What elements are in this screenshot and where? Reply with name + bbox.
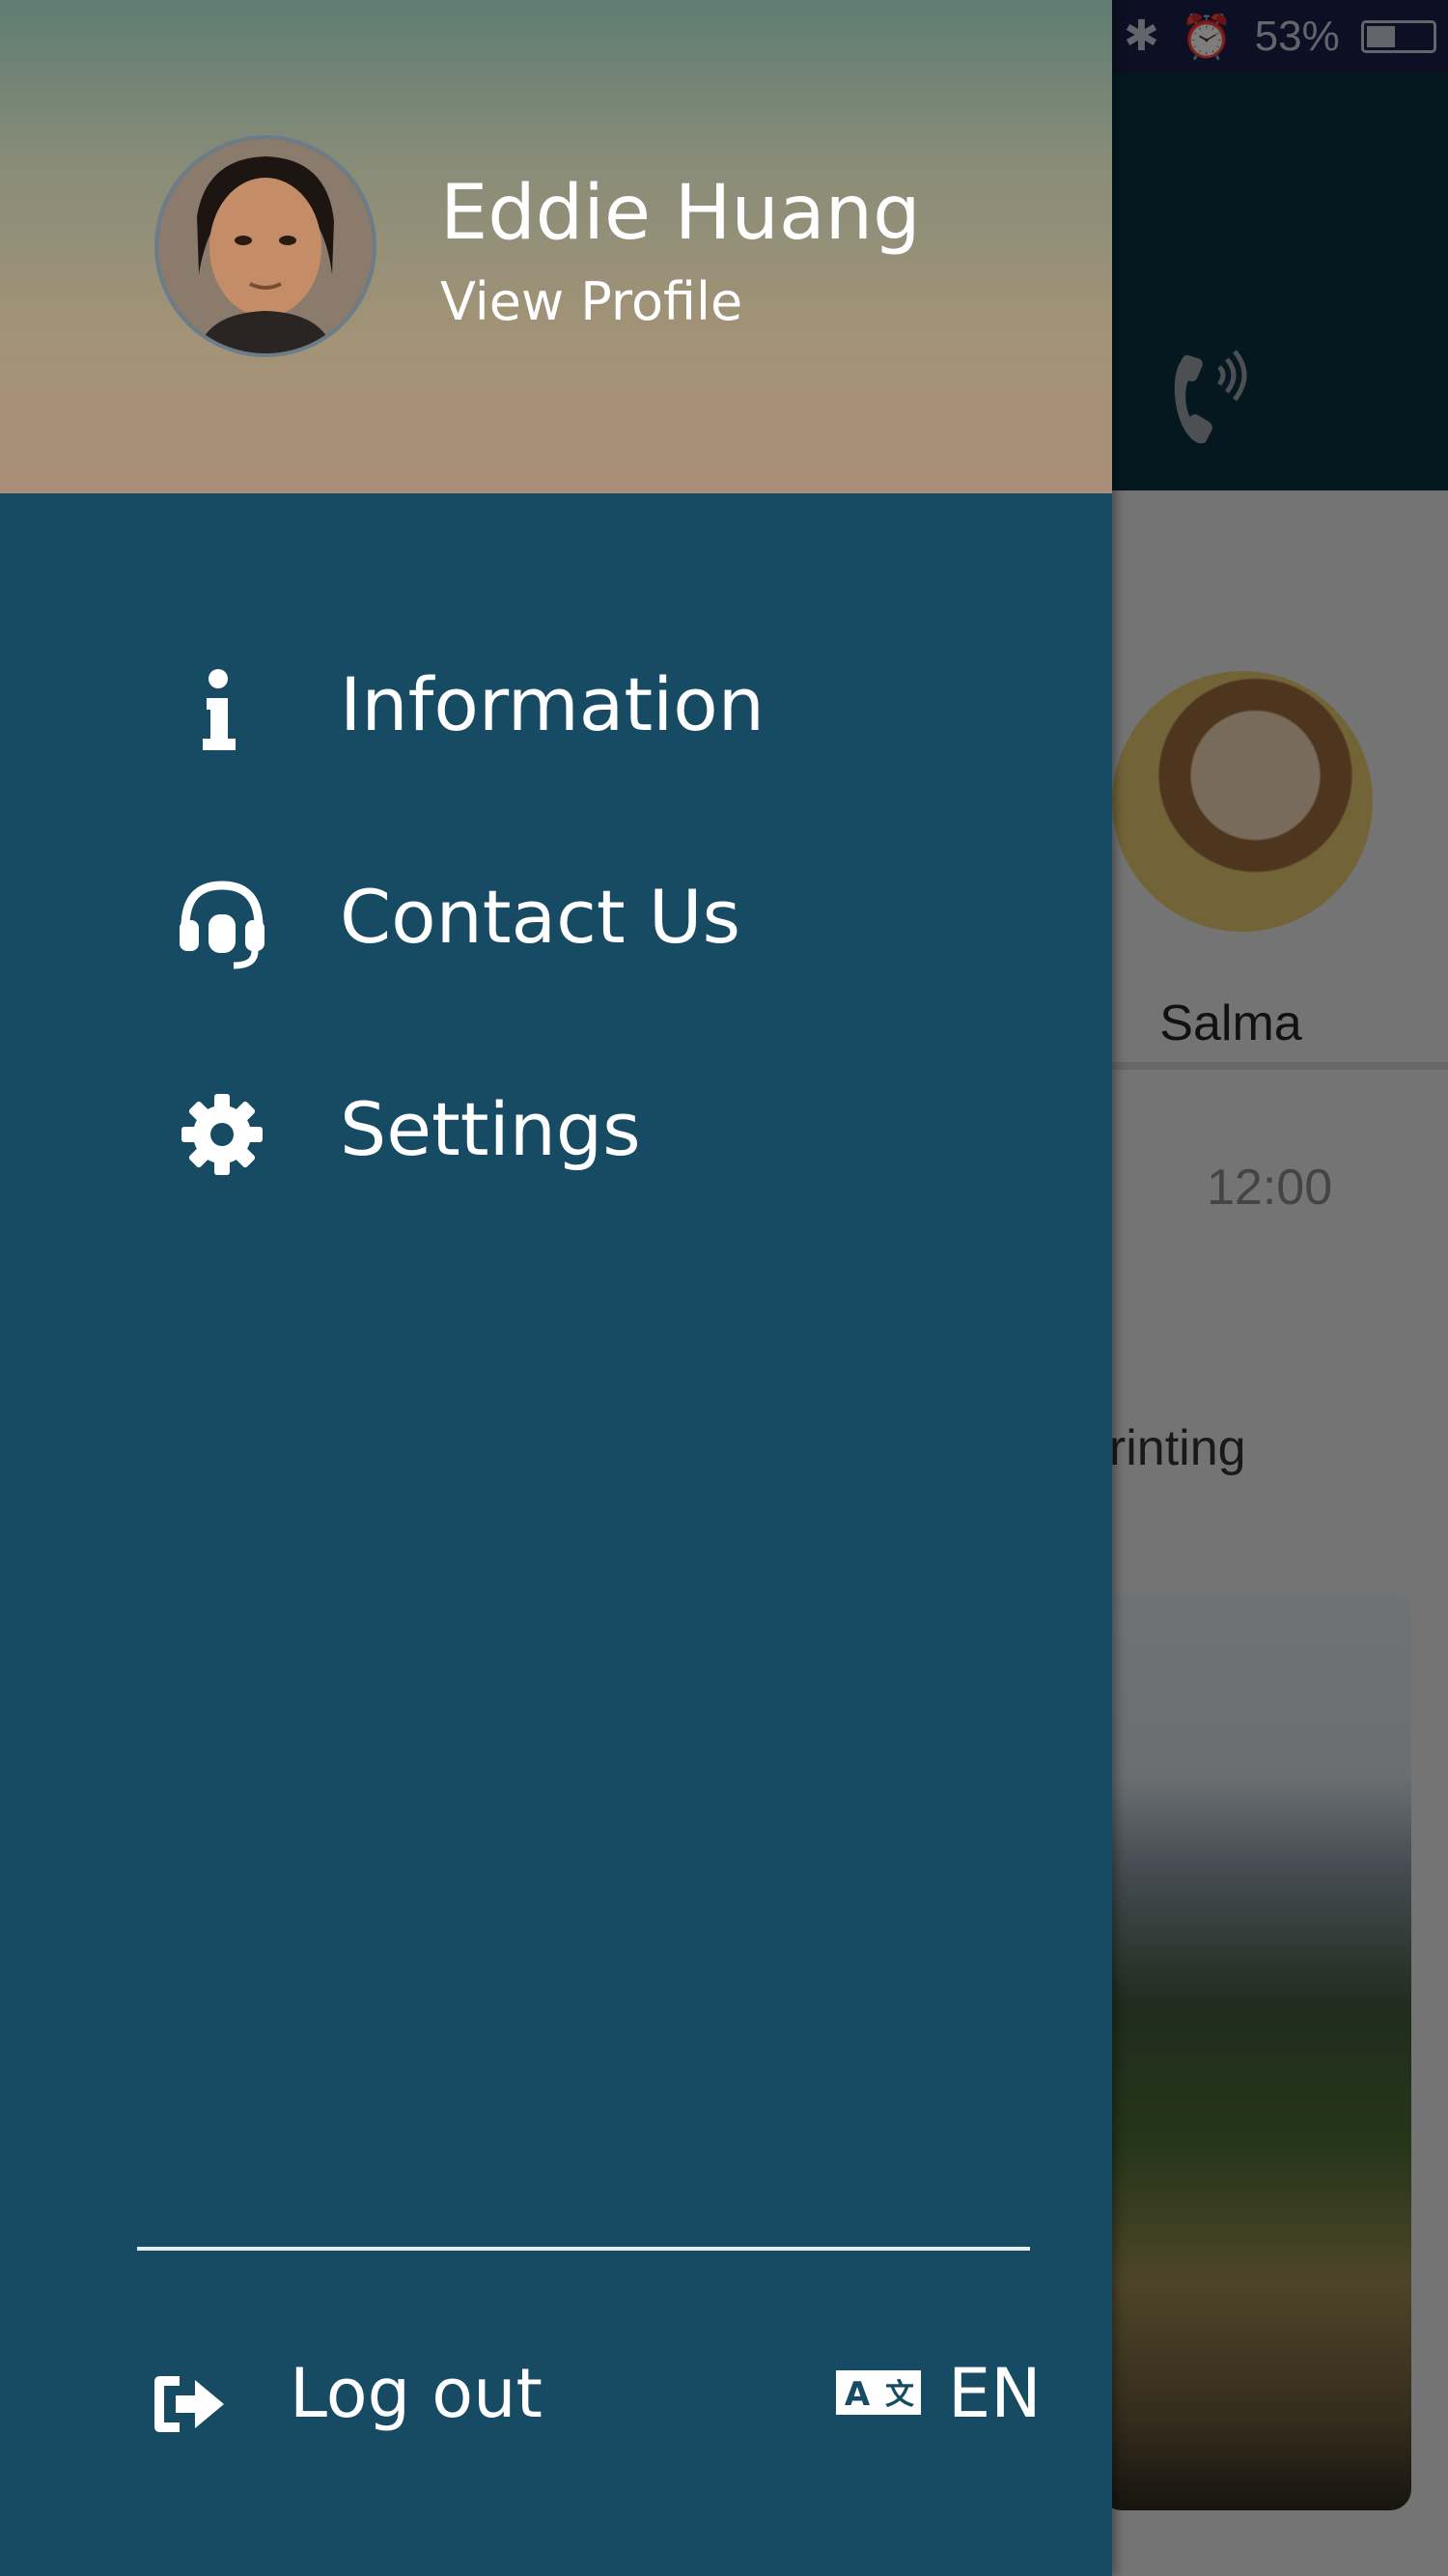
logout-icon [154, 2376, 224, 2432]
user-avatar[interactable] [154, 135, 376, 357]
headset-icon [180, 881, 265, 969]
avatar-photo [158, 139, 373, 353]
language-selector[interactable]: A 文 EN [830, 2337, 1052, 2462]
logout-button[interactable]: Log out [145, 2337, 724, 2462]
footer-divider [137, 2247, 1030, 2251]
svg-text:文: 文 [885, 2378, 914, 2412]
gear-icon [181, 1094, 263, 1175]
menu-item-contact-us[interactable]: Contact Us [0, 830, 1112, 1004]
menu-item-information[interactable]: Information [0, 618, 1112, 792]
menu-item-label: Settings [340, 1086, 641, 1172]
drawer-header: Eddie Huang View Profile [0, 0, 1112, 493]
logout-label: Log out [290, 2354, 543, 2433]
menu-item-label: Information [340, 661, 765, 747]
svg-text:A: A [845, 2375, 871, 2414]
language-label: EN [948, 2354, 1042, 2433]
user-name: Eddie Huang [440, 170, 921, 257]
navigation-drawer: Eddie Huang View Profile Information Con… [0, 0, 1112, 2576]
translate-icon: A 文 [836, 2370, 921, 2415]
menu-item-label: Contact Us [340, 874, 741, 960]
menu-item-settings[interactable]: Settings [0, 1043, 1112, 1217]
view-profile-link[interactable]: View Profile [440, 276, 742, 328]
info-icon [203, 669, 236, 750]
